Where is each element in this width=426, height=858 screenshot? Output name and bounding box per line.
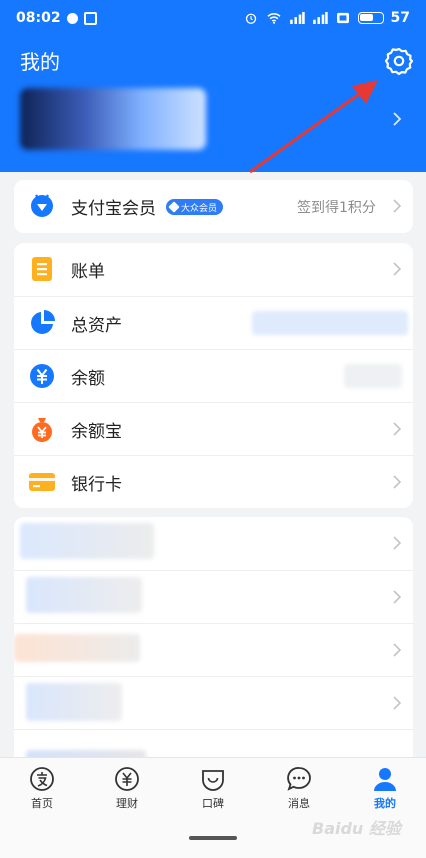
balance-label: 余额 (71, 368, 105, 389)
assets-pie-icon (31, 310, 55, 334)
tab-home[interactable]: 首页 (12, 766, 72, 811)
image-notification-icon (83, 11, 97, 25)
wifi-icon (266, 13, 281, 24)
message-icon (287, 767, 311, 791)
chevron-right-icon (393, 643, 402, 657)
member-level-badge: 大众会员 (166, 199, 224, 215)
tab-finance-label: 理财 (116, 797, 138, 810)
member-badge-icon (31, 194, 53, 217)
blurred-service-entry (26, 750, 146, 757)
list-item[interactable] (14, 570, 413, 623)
services-card-blurred (14, 517, 413, 757)
list-item-yuebao[interactable]: 余额宝 (14, 402, 413, 455)
member-level-text: 大众会员 (181, 203, 218, 214)
notification-dot-icon (66, 12, 78, 24)
tab-home-label: 首页 (31, 797, 53, 810)
list-item-bank-card[interactable]: 银行卡 (14, 455, 413, 508)
list-item[interactable] (14, 729, 413, 757)
tab-messages-label: 消息 (288, 797, 310, 810)
chevron-right-icon (393, 590, 402, 604)
chevron-right-icon (393, 262, 402, 276)
bank-card-label: 银行卡 (71, 474, 122, 495)
tab-messages[interactable]: 消息 (269, 766, 329, 811)
blurred-service-entry (26, 683, 122, 721)
status-time: 08:02 (16, 10, 61, 26)
yuebao-label: 余额宝 (71, 421, 122, 442)
chevron-right-icon (393, 199, 402, 213)
tab-mine[interactable]: 我的 (355, 766, 415, 811)
assets-label: 总资产 (71, 315, 122, 336)
list-item[interactable] (14, 676, 413, 729)
list-item-bill[interactable]: 账单 (14, 243, 413, 296)
tab-finance[interactable]: 理财 (97, 766, 157, 811)
finance-card: 账单 总资产 余额 余额宝 银行卡 (14, 243, 413, 508)
bill-icon (32, 257, 52, 281)
bank-card-icon (29, 473, 55, 491)
tab-koubei-label: 口碑 (202, 797, 224, 810)
watermark-text: Baidu 经验 (312, 819, 401, 838)
settings-gear-icon[interactable] (384, 46, 414, 76)
tab-koubei[interactable]: 口碑 (183, 766, 243, 811)
chevron-right-icon (393, 475, 402, 489)
tab-mine-label: 我的 (374, 797, 396, 810)
bottom-tab-bar: 首页 理财 口碑 消息 我的 (0, 757, 426, 858)
chevron-right-icon (393, 696, 402, 710)
alarm-icon (245, 13, 256, 24)
page-title: 我的 (20, 50, 60, 74)
blurred-service-entry (14, 634, 140, 662)
sign-in-points-text: 签到得1积分 (297, 199, 376, 216)
list-item[interactable] (14, 623, 413, 676)
member-label: 支付宝会员 (71, 199, 156, 219)
profile-icon (374, 768, 396, 791)
home-indicator[interactable] (189, 836, 237, 840)
chevron-right-icon (393, 422, 402, 436)
profile-header: 08:02 57 我的 (0, 0, 426, 172)
list-item-assets[interactable]: 总资产 (14, 296, 413, 349)
hd-network-icon (336, 12, 349, 24)
status-bar: 08:02 57 (0, 0, 426, 36)
profile-chevron-right-icon[interactable] (388, 110, 406, 128)
balance-yuan-icon (30, 364, 54, 388)
list-item-balance[interactable]: 余额 (14, 349, 413, 402)
home-alipay-icon (30, 767, 54, 791)
yuebao-icon (32, 418, 52, 442)
diamond-icon (168, 201, 180, 213)
blurred-service-entry (26, 577, 142, 613)
battery-level: 57 (390, 10, 410, 26)
blurred-service-entry (20, 523, 154, 559)
signal-icon (289, 12, 305, 24)
signal-icon-2 (312, 12, 328, 24)
battery-icon (357, 12, 384, 24)
finance-yuan-icon (115, 767, 139, 791)
chevron-right-icon (393, 536, 402, 550)
balance-value-blurred (344, 364, 402, 388)
user-profile-avatar-blurred[interactable] (20, 88, 206, 150)
koubei-icon (202, 770, 224, 791)
bill-label: 账单 (71, 262, 105, 282)
assets-value-blurred (252, 311, 408, 335)
list-item[interactable] (14, 517, 413, 570)
